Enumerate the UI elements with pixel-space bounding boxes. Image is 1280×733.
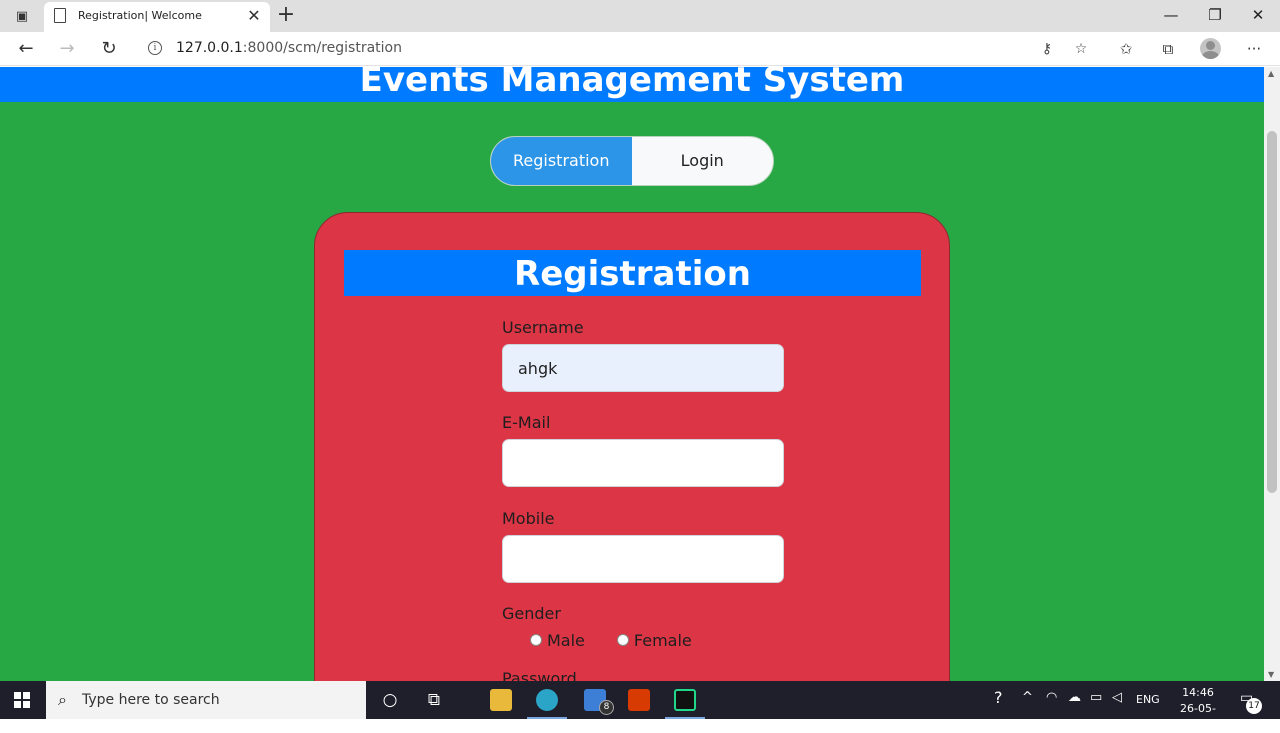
gender-option-label: Male bbox=[547, 630, 585, 650]
site-header: Events Management System bbox=[0, 67, 1264, 102]
restore-button[interactable]: ❐ bbox=[1195, 3, 1235, 27]
gender-radio-male[interactable] bbox=[530, 634, 542, 646]
registration-card: Registration Username E-Mail Mobile Gend… bbox=[314, 212, 950, 681]
scroll-thumb[interactable] bbox=[1267, 131, 1277, 493]
clock-date: 26-05-2021 bbox=[1180, 702, 1216, 731]
refresh-icon[interactable]: ↻ bbox=[95, 35, 123, 63]
mobile-label: Mobile bbox=[502, 509, 555, 528]
browser-toolbar: ← → ↻ i 127.0.0.1:8000/scm/registration … bbox=[0, 32, 1280, 66]
auth-toggle: Registration Login bbox=[490, 136, 774, 186]
taskbar-search-box[interactable]: ⌕ Type here to search bbox=[46, 681, 366, 719]
page-viewport: Events Management System Registration Lo… bbox=[0, 67, 1264, 681]
task-view-icon[interactable]: ⧉ bbox=[414, 685, 454, 715]
page-scrollbar[interactable]: ▲ ▼ bbox=[1264, 67, 1280, 681]
notification-badge: 17 bbox=[1246, 698, 1262, 714]
browser-tab[interactable]: Registration| Welcome ✕ bbox=[44, 2, 270, 32]
wifi-icon[interactable]: ◠ bbox=[1046, 690, 1057, 705]
tab-title: Registration| Welcome bbox=[78, 9, 202, 22]
card-header: Registration bbox=[344, 250, 921, 296]
office-icon[interactable] bbox=[616, 681, 662, 719]
clock[interactable]: 14:46 26-05-2021 bbox=[1168, 685, 1228, 733]
close-window-button[interactable]: ✕ bbox=[1238, 3, 1278, 27]
new-tab-button[interactable]: + bbox=[276, 3, 296, 27]
minimize-button[interactable]: — bbox=[1151, 3, 1191, 27]
username-label: Username bbox=[502, 318, 584, 337]
windows-start-icon[interactable] bbox=[14, 692, 30, 708]
mail-icon[interactable]: 8 bbox=[572, 681, 618, 719]
email-label: E-Mail bbox=[502, 413, 551, 432]
tab-actions-icon[interactable]: ▣ bbox=[10, 7, 34, 25]
browser-tab-strip: ▣ Registration| Welcome ✕ + — ❐ ✕ bbox=[0, 0, 1280, 32]
profile-avatar[interactable] bbox=[1200, 38, 1221, 59]
collections-icon[interactable]: ⧉ bbox=[1154, 35, 1182, 63]
gender-options: Male Female bbox=[530, 629, 724, 651]
mobile-input[interactable] bbox=[502, 535, 784, 583]
password-label: Password bbox=[502, 669, 577, 681]
windows-taskbar: ⌕ Type here to search ○ ⧉ 8 ? ^ ◠ ☁ ▭ ◁ … bbox=[0, 681, 1280, 731]
tab-registration[interactable]: Registration bbox=[491, 137, 632, 185]
language-indicator[interactable]: ENG bbox=[1136, 693, 1160, 706]
key-icon[interactable]: ⚷ bbox=[1036, 38, 1058, 60]
username-input[interactable] bbox=[502, 344, 784, 392]
url-text[interactable]: 127.0.0.1:8000/scm/registration bbox=[176, 40, 402, 56]
gender-label: Gender bbox=[502, 604, 561, 623]
forward-icon[interactable]: → bbox=[53, 35, 81, 63]
gender-radio-female[interactable] bbox=[616, 634, 629, 646]
address-bar[interactable]: i 127.0.0.1:8000/scm/registration ⚷ ☆ bbox=[136, 34, 1100, 63]
scroll-down-arrow-icon[interactable]: ▼ bbox=[1268, 670, 1274, 679]
back-icon[interactable]: ← bbox=[12, 35, 40, 63]
tab-login[interactable]: Login bbox=[632, 137, 774, 185]
onedrive-icon[interactable]: ☁ bbox=[1068, 690, 1081, 705]
url-host: 127.0.0.1 bbox=[176, 40, 243, 56]
scroll-up-arrow-icon[interactable]: ▲ bbox=[1268, 69, 1274, 78]
battery-icon[interactable]: ▭ bbox=[1090, 690, 1102, 705]
site-title: Events Management System bbox=[359, 67, 905, 100]
gender-option-label: Female bbox=[633, 630, 692, 650]
mail-badge: 8 bbox=[599, 700, 614, 715]
add-favorite-icon[interactable]: ☆ bbox=[1070, 38, 1092, 60]
email-input[interactable] bbox=[502, 439, 784, 487]
more-icon[interactable]: ··· bbox=[1240, 35, 1268, 63]
file-explorer-icon[interactable] bbox=[478, 681, 524, 719]
chevron-up-icon[interactable]: ^ bbox=[1022, 690, 1033, 705]
page-icon bbox=[54, 8, 66, 23]
favorites-icon[interactable]: ✩ bbox=[1112, 35, 1140, 63]
info-icon[interactable]: i bbox=[148, 41, 162, 55]
card-title: Registration bbox=[514, 254, 751, 294]
cortana-icon[interactable]: ○ bbox=[370, 685, 410, 715]
volume-icon[interactable]: ◁ bbox=[1112, 690, 1122, 705]
edge-browser-icon[interactable] bbox=[524, 681, 570, 719]
url-path: :8000/scm/registration bbox=[242, 40, 402, 56]
close-tab-icon[interactable]: ✕ bbox=[244, 6, 264, 26]
help-icon[interactable]: ? bbox=[994, 688, 1003, 707]
clock-time: 14:46 bbox=[1182, 686, 1214, 699]
pycharm-icon[interactable] bbox=[662, 681, 708, 719]
search-icon: ⌕ bbox=[58, 690, 67, 709]
search-placeholder: Type here to search bbox=[82, 692, 220, 708]
